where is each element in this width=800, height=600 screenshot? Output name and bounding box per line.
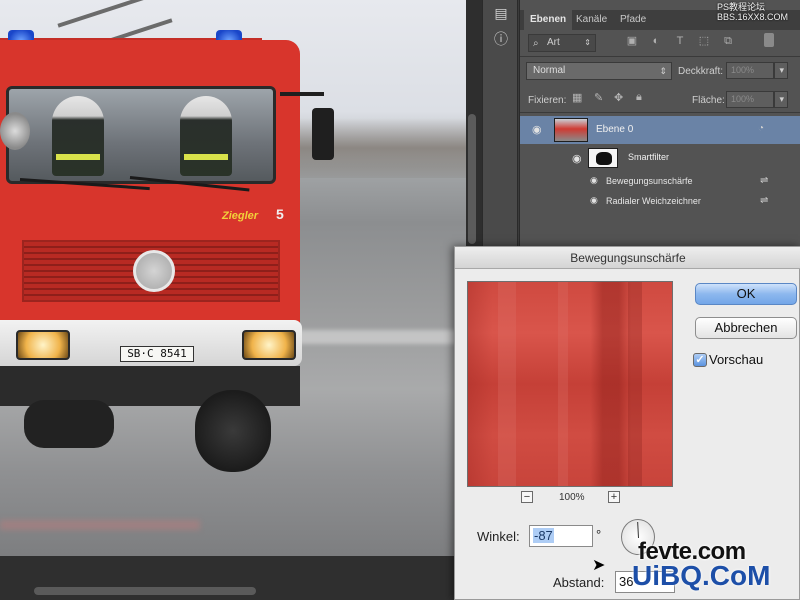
- blur-streak: [498, 282, 516, 486]
- panel-dock: ▤ ⓘ: [482, 0, 518, 250]
- filter-mask-thumbnail: [588, 148, 618, 168]
- divider: [520, 112, 800, 113]
- layer-kind-filter[interactable]: ⌕ Art ⇕: [528, 34, 596, 52]
- layers-panel: Ebenen Kanäle Pfade ⌕ Art ⇕ ▣ ◐ T ⬚ ⧉ No…: [519, 0, 800, 250]
- spotlight: [0, 112, 30, 150]
- angle-value: -87: [533, 528, 554, 543]
- truck-brand-text: Ziegler: [222, 210, 259, 222]
- smartobject-filter-icon[interactable]: ⧉: [720, 33, 736, 49]
- angle-input[interactable]: -87: [529, 525, 593, 547]
- filter-name: Bewegungsunschärfe: [606, 176, 693, 186]
- eye-icon[interactable]: ◉: [532, 123, 542, 136]
- stepper-icon: ⇕: [584, 38, 591, 47]
- filter-row[interactable]: ◉ Radialer Weichzeichner ⇌: [520, 192, 800, 212]
- filter-blending-icon[interactable]: ⇌: [760, 195, 768, 206]
- tab-kanaele[interactable]: Kanäle: [570, 10, 613, 30]
- cancel-button[interactable]: Abbrechen: [695, 317, 797, 339]
- divider: [520, 56, 800, 57]
- mirror-arm: [280, 92, 324, 96]
- firefighter: [52, 96, 104, 176]
- stepper-icon: ⇕: [659, 66, 667, 76]
- watermark-line: BBS.16XX8.COM: [717, 12, 789, 22]
- lock-brush-icon[interactable]: ✎: [594, 91, 603, 104]
- zoom-level: 100%: [559, 492, 585, 503]
- zoom-out-button[interactable]: −: [521, 491, 533, 503]
- mask-shape: [596, 152, 612, 165]
- headlight: [16, 330, 70, 360]
- tab-ebenen[interactable]: Ebenen: [524, 10, 573, 30]
- lock-all-icon[interactable]: 🔒︎: [636, 91, 642, 104]
- filter-preview[interactable]: [467, 281, 673, 487]
- layer-row[interactable]: ◉ Ebene 0 ◔: [520, 116, 800, 144]
- preview-label[interactable]: Vorschau: [709, 352, 763, 367]
- filter-toggle[interactable]: [764, 33, 774, 47]
- mercedes-star-logo: [133, 250, 175, 292]
- wheel: [24, 400, 114, 448]
- opacity-field[interactable]: 100%: [726, 62, 774, 79]
- firefighter: [180, 96, 232, 176]
- degree-unit: °: [596, 527, 602, 542]
- history-icon[interactable]: ▤: [492, 4, 510, 22]
- blur-streak: [558, 282, 568, 486]
- angle-needle: [637, 521, 639, 539]
- watermark-top: PS教程论坛 BBS.16XX8.COM: [717, 2, 788, 22]
- adjustment-filter-icon[interactable]: ◐: [648, 33, 664, 49]
- filter-row[interactable]: ◉ Bewegungsunschärfe ⇌: [520, 172, 800, 192]
- blur-streak: [628, 282, 642, 486]
- fill-label: Fläche:: [692, 95, 725, 106]
- distance-label: Abstand:: [553, 575, 605, 590]
- motion-blur-dialog: Bewegungsunschärfe − 100% + OK Abbrechen…: [454, 246, 800, 600]
- mouse-cursor-icon: ➤: [592, 557, 606, 574]
- dialog-title: Bewegungsunschärfe: [455, 247, 800, 269]
- lock-transparency-icon[interactable]: ▦: [572, 91, 582, 104]
- zoom-in-button[interactable]: +: [608, 491, 620, 503]
- headlight: [242, 330, 296, 360]
- watermark-line: PS教程论坛: [717, 2, 766, 12]
- blend-mode-value: Normal: [533, 65, 566, 76]
- opacity-dropdown[interactable]: ▾: [774, 62, 788, 79]
- license-plate: SB·C 8541: [120, 346, 194, 362]
- type-filter-icon[interactable]: T: [672, 33, 688, 49]
- truck-windshield: [6, 86, 276, 184]
- truck-unit-number: 5: [276, 206, 284, 222]
- chevron-down-icon: ▾: [779, 94, 784, 104]
- smartobject-badge-icon: ◔: [758, 123, 765, 134]
- wheel: [195, 390, 271, 472]
- lock-move-icon[interactable]: ✥: [614, 91, 623, 104]
- pixel-filter-icon[interactable]: ▣: [624, 33, 640, 49]
- chevron-down-icon: ▾: [779, 65, 784, 75]
- kind-filter-value: Art: [547, 37, 560, 48]
- fill-value: 100%: [731, 94, 755, 104]
- document-canvas[interactable]: Ziegler 5 SB·C 8541: [0, 0, 466, 556]
- search-icon: ⌕: [533, 38, 539, 49]
- eye-icon[interactable]: ◉: [590, 175, 598, 186]
- filter-blending-icon[interactable]: ⇌: [760, 175, 768, 186]
- smartfilter-row[interactable]: ◉ Smartfilter: [520, 144, 800, 172]
- road-marking: [0, 520, 200, 530]
- fill-field[interactable]: 100%: [726, 91, 774, 108]
- layer-name[interactable]: Ebene 0: [596, 124, 633, 135]
- smartfilter-label: Smartfilter: [628, 152, 670, 162]
- photoshop-window: Ziegler 5 SB·C 8541 ▤ ⓘ Ebenen Kanäle Pf…: [0, 0, 800, 600]
- angle-label: Winkel:: [477, 529, 520, 544]
- fill-dropdown[interactable]: ▾: [774, 91, 788, 108]
- lock-label: Fixieren:: [528, 95, 567, 106]
- filter-name: Radialer Weichzeichner: [606, 196, 701, 206]
- watermark-uibq: UiBQ.CoM: [632, 560, 771, 591]
- tab-pfade[interactable]: Pfade: [614, 10, 652, 30]
- layer-thumbnail: [554, 118, 588, 142]
- ok-button[interactable]: OK: [695, 283, 797, 305]
- shape-filter-icon[interactable]: ⬚: [696, 33, 712, 49]
- side-mirror: [312, 108, 334, 160]
- opacity-value: 100%: [731, 65, 755, 75]
- preview-checkbox[interactable]: ✓: [693, 353, 707, 367]
- opacity-label: Deckkraft:: [678, 66, 724, 77]
- eye-icon[interactable]: ◉: [590, 195, 598, 206]
- info-icon[interactable]: ⓘ: [492, 30, 510, 48]
- eye-icon[interactable]: ◉: [572, 152, 582, 165]
- blend-mode-select[interactable]: Normal ⇕: [526, 62, 672, 80]
- horizontal-scrollbar-thumb[interactable]: [34, 587, 256, 595]
- vertical-scrollbar[interactable]: [468, 114, 476, 244]
